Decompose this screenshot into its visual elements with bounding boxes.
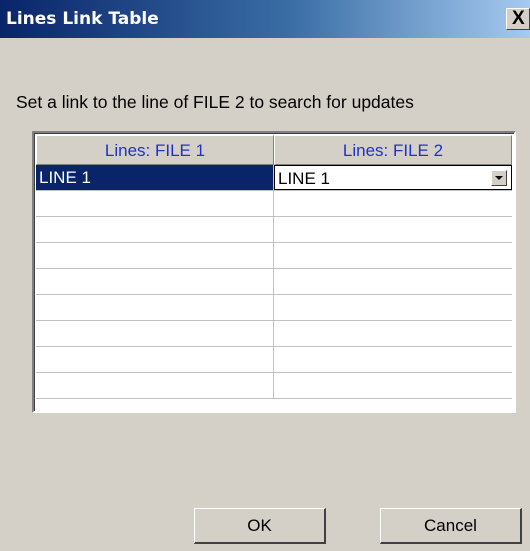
table-row[interactable] bbox=[36, 321, 512, 347]
table-row[interactable] bbox=[36, 243, 512, 269]
table-row[interactable] bbox=[36, 295, 512, 321]
file2-line-dropdown[interactable]: LINE 1 bbox=[274, 165, 512, 190]
cell-file1[interactable] bbox=[36, 295, 274, 320]
close-button[interactable]: X bbox=[506, 8, 530, 30]
cell-file1[interactable] bbox=[36, 191, 274, 216]
cell-file2[interactable] bbox=[274, 373, 512, 398]
lines-link-table[interactable]: Lines: FILE 1 Lines: FILE 2 LINE 1 LINE … bbox=[32, 131, 516, 413]
table-row[interactable]: LINE 1 LINE 1 bbox=[36, 165, 512, 191]
cell-file1[interactable] bbox=[36, 347, 274, 372]
cell-file2[interactable] bbox=[274, 269, 512, 294]
chevron-down-icon[interactable] bbox=[491, 170, 507, 186]
table-row[interactable] bbox=[36, 373, 512, 399]
cell-file1[interactable] bbox=[36, 373, 274, 398]
cell-file2[interactable] bbox=[274, 217, 512, 242]
table-row[interactable] bbox=[36, 217, 512, 243]
title-bar[interactable]: Lines Link Table X bbox=[0, 0, 530, 38]
cell-file1[interactable] bbox=[36, 321, 274, 346]
cell-file2[interactable] bbox=[274, 243, 512, 268]
cell-file1[interactable] bbox=[36, 243, 274, 268]
cell-file1[interactable] bbox=[36, 217, 274, 242]
window-title: Lines Link Table bbox=[6, 9, 159, 29]
close-icon: X bbox=[512, 8, 525, 29]
cell-file1[interactable] bbox=[36, 269, 274, 294]
column-header-file1[interactable]: Lines: FILE 1 bbox=[36, 135, 274, 165]
ok-button[interactable]: OK bbox=[194, 508, 326, 544]
cell-file2[interactable] bbox=[274, 295, 512, 320]
cell-file2[interactable] bbox=[274, 347, 512, 372]
column-header-file2[interactable]: Lines: FILE 2 bbox=[274, 135, 512, 165]
table-row[interactable] bbox=[36, 347, 512, 373]
table-row[interactable] bbox=[36, 269, 512, 295]
cell-file1[interactable]: LINE 1 bbox=[36, 165, 274, 190]
instruction-text: Set a link to the line of FILE 2 to sear… bbox=[16, 92, 414, 112]
cell-file2[interactable] bbox=[274, 191, 512, 216]
cell-file2[interactable] bbox=[274, 321, 512, 346]
cancel-button[interactable]: Cancel bbox=[380, 508, 522, 544]
dropdown-value: LINE 1 bbox=[278, 169, 330, 188]
table-row[interactable] bbox=[36, 191, 512, 217]
